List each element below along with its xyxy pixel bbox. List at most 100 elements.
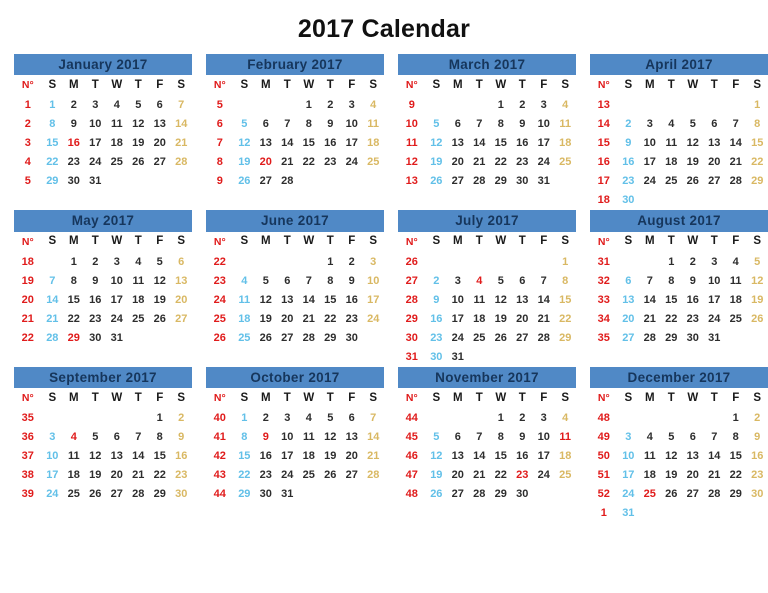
day-cell[interactable]: 15 — [42, 134, 63, 153]
day-cell[interactable]: 16 — [512, 134, 533, 153]
day-cell[interactable]: 14 — [362, 428, 384, 447]
day-cell[interactable]: 29 — [554, 329, 576, 348]
day-cell[interactable]: 24 — [106, 310, 127, 329]
day-cell[interactable]: 9 — [426, 291, 447, 310]
day-cell[interactable]: 15 — [234, 447, 255, 466]
day-cell[interactable]: 17 — [85, 134, 106, 153]
day-cell[interactable]: 27 — [618, 329, 639, 348]
day-cell[interactable]: 5 — [255, 272, 276, 291]
day-cell[interactable]: 5 — [320, 409, 341, 428]
day-cell[interactable]: 1 — [746, 96, 768, 115]
day-cell[interactable]: 30 — [170, 485, 192, 504]
day-cell[interactable]: 11 — [725, 272, 746, 291]
day-cell[interactable]: 21 — [298, 310, 319, 329]
day-cell[interactable]: 25 — [554, 153, 576, 172]
day-cell[interactable]: 5 — [682, 115, 703, 134]
day-cell[interactable]: 8 — [320, 272, 341, 291]
day-cell[interactable]: 28 — [277, 172, 298, 191]
day-cell[interactable]: 3 — [618, 428, 639, 447]
day-cell[interactable]: 23 — [255, 466, 276, 485]
day-cell[interactable]: 27 — [682, 485, 703, 504]
day-cell[interactable]: 13 — [106, 447, 127, 466]
day-cell[interactable]: 14 — [469, 134, 490, 153]
day-cell[interactable]: 24 — [42, 485, 63, 504]
day-cell[interactable]: 15 — [490, 134, 511, 153]
day-cell[interactable]: 31 — [618, 504, 639, 523]
day-cell[interactable]: 13 — [682, 447, 703, 466]
day-cell[interactable]: 31 — [277, 485, 298, 504]
day-cell[interactable]: 3 — [533, 409, 554, 428]
day-cell[interactable]: 19 — [128, 134, 149, 153]
day-cell[interactable]: 26 — [490, 329, 511, 348]
day-cell[interactable]: 3 — [704, 253, 725, 272]
day-cell[interactable]: 19 — [661, 466, 682, 485]
day-cell[interactable]: 12 — [85, 447, 106, 466]
day-cell[interactable]: 22 — [234, 466, 255, 485]
day-cell[interactable]: 10 — [447, 291, 468, 310]
day-cell[interactable]: 4 — [362, 96, 384, 115]
day-cell[interactable]: 19 — [746, 291, 768, 310]
day-cell[interactable]: 21 — [725, 153, 746, 172]
day-cell[interactable]: 18 — [106, 134, 127, 153]
day-cell[interactable]: 22 — [554, 310, 576, 329]
day-cell[interactable]: 7 — [298, 272, 319, 291]
day-cell[interactable]: 4 — [554, 96, 576, 115]
day-cell[interactable]: 19 — [320, 447, 341, 466]
day-cell[interactable]: 2 — [63, 96, 84, 115]
day-cell[interactable]: 2 — [320, 96, 341, 115]
day-cell[interactable]: 2 — [682, 253, 703, 272]
day-cell[interactable]: 8 — [661, 272, 682, 291]
day-cell[interactable]: 19 — [255, 310, 276, 329]
day-cell[interactable]: 20 — [277, 310, 298, 329]
holiday-day-cell[interactable]: 4 — [63, 428, 84, 447]
day-cell[interactable]: 20 — [704, 153, 725, 172]
day-cell[interactable]: 23 — [63, 153, 84, 172]
day-cell[interactable]: 11 — [128, 272, 149, 291]
day-cell[interactable]: 25 — [298, 466, 319, 485]
day-cell[interactable]: 30 — [426, 348, 447, 367]
day-cell[interactable]: 13 — [170, 272, 192, 291]
day-cell[interactable]: 3 — [341, 96, 362, 115]
day-cell[interactable]: 6 — [106, 428, 127, 447]
day-cell[interactable]: 25 — [661, 172, 682, 191]
day-cell[interactable]: 18 — [725, 291, 746, 310]
day-cell[interactable]: 12 — [128, 115, 149, 134]
day-cell[interactable]: 1 — [661, 253, 682, 272]
day-cell[interactable]: 29 — [746, 172, 768, 191]
day-cell[interactable]: 20 — [447, 153, 468, 172]
day-cell[interactable]: 5 — [85, 428, 106, 447]
day-cell[interactable]: 27 — [447, 485, 468, 504]
day-cell[interactable]: 2 — [170, 409, 192, 428]
day-cell[interactable]: 13 — [447, 134, 468, 153]
day-cell[interactable]: 29 — [661, 329, 682, 348]
day-cell[interactable]: 22 — [298, 153, 319, 172]
day-cell[interactable]: 26 — [426, 485, 447, 504]
day-cell[interactable]: 1 — [149, 409, 170, 428]
day-cell[interactable]: 28 — [469, 485, 490, 504]
holiday-day-cell[interactable]: 11 — [554, 428, 576, 447]
day-cell[interactable]: 6 — [255, 115, 276, 134]
day-cell[interactable]: 1 — [320, 253, 341, 272]
day-cell[interactable]: 4 — [661, 115, 682, 134]
day-cell[interactable]: 16 — [341, 291, 362, 310]
day-cell[interactable]: 31 — [704, 329, 725, 348]
day-cell[interactable]: 11 — [298, 428, 319, 447]
day-cell[interactable]: 24 — [447, 329, 468, 348]
day-cell[interactable]: 1 — [42, 96, 63, 115]
day-cell[interactable]: 25 — [106, 153, 127, 172]
day-cell[interactable]: 30 — [85, 329, 106, 348]
day-cell[interactable]: 26 — [255, 329, 276, 348]
day-cell[interactable]: 13 — [618, 291, 639, 310]
day-cell[interactable]: 16 — [255, 447, 276, 466]
day-cell[interactable]: 18 — [554, 447, 576, 466]
day-cell[interactable]: 22 — [63, 310, 84, 329]
day-cell[interactable]: 5 — [426, 428, 447, 447]
day-cell[interactable]: 5 — [128, 96, 149, 115]
day-cell[interactable]: 29 — [42, 172, 63, 191]
day-cell[interactable]: 3 — [106, 253, 127, 272]
day-cell[interactable]: 6 — [447, 428, 468, 447]
day-cell[interactable]: 17 — [277, 447, 298, 466]
day-cell[interactable]: 21 — [128, 466, 149, 485]
day-cell[interactable]: 3 — [362, 253, 384, 272]
day-cell[interactable]: 12 — [426, 447, 447, 466]
